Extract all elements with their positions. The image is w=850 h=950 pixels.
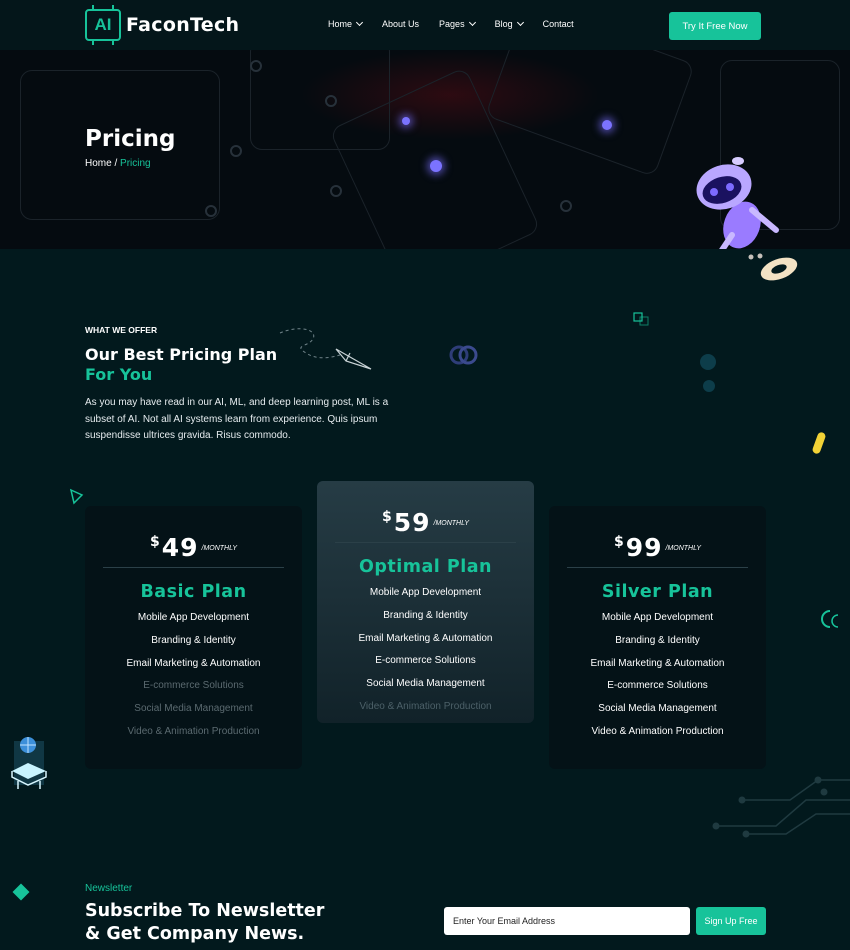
- feature-item: Social Media Management: [366, 678, 485, 690]
- bubble-decoration: [700, 354, 716, 392]
- nav-item-blog[interactable]: Blog: [494, 18, 524, 29]
- diamond-decoration: [12, 883, 30, 901]
- feature-item-excluded: Video & Animation Production: [359, 700, 492, 712]
- feature-item-excluded: Video & Animation Production: [127, 725, 260, 737]
- nav-item-label: About Us: [382, 19, 420, 29]
- navbar: AI FaconTech Home About Us Pages Blog Co…: [0, 0, 850, 50]
- paper-plane-icon: [279, 328, 372, 370]
- pricing-card-silver[interactable]: $ 99 /MONTHLY Silver Plan Mobile App Dev…: [549, 506, 766, 769]
- feature-item: Mobile App Development: [369, 587, 482, 598]
- globe-server-icon: [11, 737, 47, 789]
- ring-decoration: [449, 345, 478, 365]
- nav-item-home[interactable]: Home: [328, 18, 364, 29]
- price-amount: 99: [625, 533, 663, 562]
- square-decoration: [633, 312, 649, 326]
- chevron-down-icon: [355, 18, 364, 27]
- glow-dot: [602, 120, 612, 130]
- hero-hole: [330, 185, 342, 197]
- hero-circuit-board: [484, 50, 696, 178]
- section-title-line1: Our Best Pricing Plan: [85, 345, 278, 364]
- breadcrumb-separator: /: [111, 158, 121, 169]
- section-tag: WHAT WE OFFER: [85, 325, 158, 335]
- newsletter-tag: Newsletter: [85, 883, 133, 894]
- feature-item: Email Marketing & Automation: [590, 657, 725, 669]
- arc-decoration: [821, 610, 839, 628]
- price-amount: 59: [393, 508, 431, 537]
- price-currency: $: [381, 509, 392, 525]
- newsletter-title-line1: Subscribe To Newsletter: [85, 901, 325, 921]
- card-divider: [103, 567, 284, 568]
- feature-item: Mobile App Development: [601, 612, 714, 623]
- plan-name: Optimal Plan: [359, 557, 492, 577]
- feature-item-excluded: Social Media Management: [134, 703, 253, 715]
- plan-price: $ 99 /MONTHLY: [549, 534, 766, 560]
- plan-name: Basic Plan: [140, 582, 247, 602]
- nav-item-contact[interactable]: Contact: [543, 19, 574, 29]
- feature-item: Branding & Identity: [383, 609, 468, 621]
- section-title-highlight: For You: [85, 365, 153, 384]
- feature-item: Branding & Identity: [151, 634, 236, 646]
- breadcrumb-home-link[interactable]: Home: [85, 158, 112, 169]
- nav-item-label: Pages: [439, 19, 465, 29]
- robot-icon: [696, 157, 779, 249]
- price-period: /MONTHLY: [201, 545, 238, 552]
- plan-price: $ 59 /MONTHLY: [317, 509, 534, 535]
- card-divider: [567, 567, 748, 568]
- feature-list: Mobile App Development Branding & Identi…: [317, 585, 534, 722]
- main-nav: Home About Us Pages Blog Contact: [328, 18, 594, 29]
- pricing-card-basic[interactable]: $ 49 /MONTHLY Basic Plan Mobile App Deve…: [85, 506, 302, 769]
- hero-hole: [560, 200, 572, 212]
- chevron-down-icon: [516, 18, 524, 27]
- card-divider: [335, 542, 516, 543]
- feature-item: Mobile App Development: [137, 612, 250, 623]
- breadcrumb-current: Pricing: [120, 158, 151, 169]
- nav-item-label: Contact: [542, 19, 574, 29]
- plan-name: Silver Plan: [601, 582, 714, 602]
- feature-list: Mobile App Development Branding & Identi…: [549, 610, 766, 747]
- email-input[interactable]: [444, 907, 690, 935]
- hero-hole: [250, 60, 262, 72]
- plan-price: $ 49 /MONTHLY: [85, 534, 302, 560]
- nav-item-label: Blog: [494, 19, 513, 29]
- price-period: /MONTHLY: [433, 520, 470, 527]
- price-period: /MONTHLY: [665, 545, 702, 552]
- hero-hole: [325, 95, 337, 107]
- feature-item: Video & Animation Production: [591, 725, 724, 737]
- section-description: As you may have read in our AI, ML, and …: [85, 397, 389, 441]
- triangle-decoration: [69, 488, 84, 505]
- pricing-card-optimal[interactable]: $ 59 /MONTHLY Optimal Plan Mobile App De…: [317, 481, 534, 723]
- chevron-down-icon: [468, 18, 476, 27]
- nav-item-pages[interactable]: Pages: [439, 18, 476, 29]
- price-currency: $: [149, 534, 160, 550]
- ring-decoration: [748, 253, 798, 281]
- glow-dot: [402, 117, 410, 125]
- hero-hole: [205, 205, 217, 217]
- hero-hole: [230, 145, 242, 157]
- feature-item-excluded: E-commerce Solutions: [143, 680, 244, 692]
- nav-item-label: Home: [328, 19, 353, 29]
- logo[interactable]: AI FaconTech: [85, 5, 240, 45]
- feature-item: E-commerce Solutions: [607, 680, 708, 692]
- feature-item: Social Media Management: [598, 703, 717, 715]
- page-title: Pricing: [85, 126, 176, 152]
- pill-decoration: [812, 432, 826, 454]
- circuit-lines-decoration: [712, 776, 850, 838]
- sign-up-button[interactable]: Sign Up Free: [696, 907, 766, 935]
- breadcrumb: Home / Pricing: [85, 158, 151, 169]
- nav-item-about-us[interactable]: About Us: [382, 19, 419, 29]
- brand-name: FaconTech: [126, 14, 240, 36]
- feature-item: E-commerce Solutions: [375, 655, 476, 667]
- glow-dot: [430, 160, 442, 172]
- section-title: Our Best Pricing Plan For You: [85, 345, 277, 385]
- price-amount: 49: [161, 533, 199, 562]
- chip-icon: AI: [85, 5, 121, 45]
- newsletter-title-line2: & Get Company News.: [85, 924, 305, 944]
- feature-item: Email Marketing & Automation: [126, 657, 261, 669]
- newsletter-title: Subscribe To Newsletter & Get Company Ne…: [85, 900, 405, 946]
- feature-list: Mobile App Development Branding & Identi…: [85, 610, 302, 747]
- feature-item: Email Marketing & Automation: [358, 632, 493, 644]
- price-currency: $: [613, 534, 624, 550]
- try-free-button[interactable]: Try It Free Now: [669, 12, 761, 40]
- feature-item: Branding & Identity: [615, 634, 700, 646]
